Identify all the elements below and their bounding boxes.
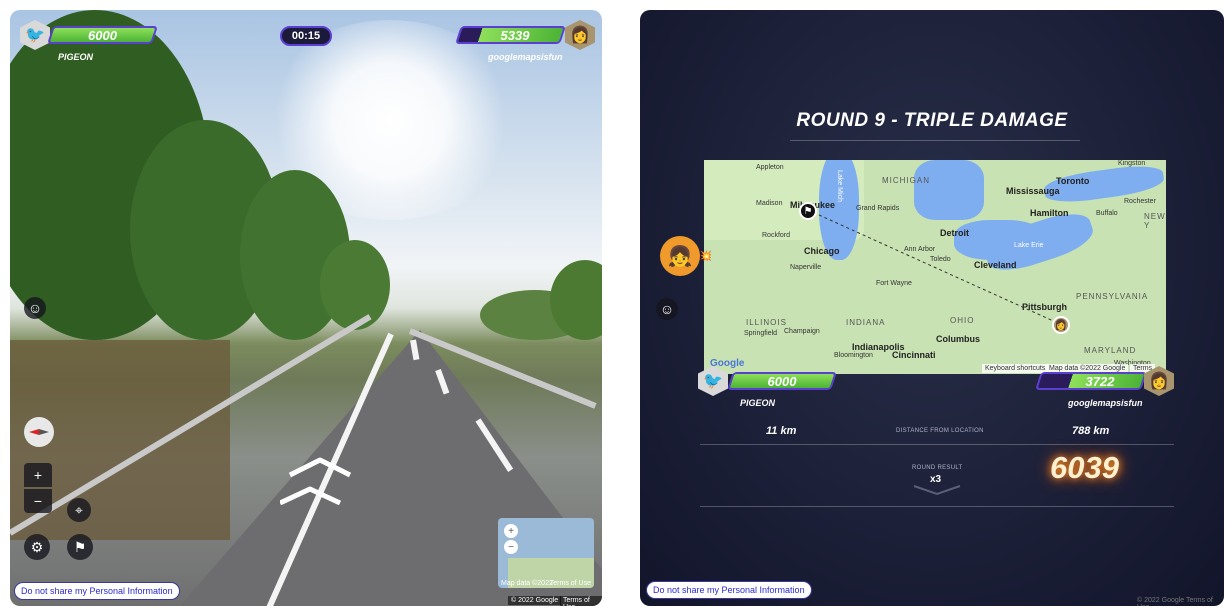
settings-button[interactable]: ⚙ [24,534,50,560]
emote-button[interactable]: ☺ [24,297,46,319]
round-title: ROUND 9 - TRIPLE DAMAGE [796,110,1068,131]
title-divider [790,140,1080,141]
player2-guess-pin: 👩 [1052,316,1070,334]
terms-link[interactable]: Terms of Use [560,596,602,606]
smiley-icon: ☺ [27,300,43,316]
guess-minimap[interactable]: + − Map data ©2022 Terms of Use [498,518,594,588]
flag-icon: ⚑ [73,538,87,555]
copyright: © 2022 Google [508,596,562,605]
round-timer: 00:15 [280,26,332,46]
distance-label: DISTANCE FROM LOCATION [896,428,984,434]
compass-needle-icon [29,429,49,435]
player2-distance: 788 km [1072,425,1110,437]
result-map[interactable]: MICHIGAN INDIANA OHIO ILLINOIS PENNSYLVA… [704,160,1166,374]
minimap-zoom-out[interactable]: − [504,540,518,554]
gear-icon: ⚙ [30,538,44,555]
minimap-zoom-in[interactable]: + [504,524,518,538]
smiley-icon: ☺ [659,301,675,317]
keyboard-shortcuts-link[interactable]: Keyboard shortcuts [982,364,1049,373]
checkpoint-flag-button[interactable]: ⚑ [67,534,93,560]
privacy-link[interactable]: Do not share my Personal Information [14,582,180,600]
person-icon: 👩 [1054,319,1068,331]
chevron-down-icon [913,485,961,496]
result-divider [700,506,1174,507]
guess-distance-line [807,209,1061,325]
player2-avatar: 👩 [565,20,595,50]
emote-button[interactable]: ☺ [656,298,678,320]
person-icon: 👩 [1149,373,1169,390]
round-result-panel: ROUND 9 - TRIPLE DAMAGE MICHIGAN INDIANA… [640,10,1224,606]
navigation-arrows[interactable] [280,455,360,505]
player2-name: googlemapsisfun [1068,398,1143,408]
street-view-panel[interactable]: 🐦 6000 PIGEON 00:15 5339 👩 googlemapsisf… [10,10,602,606]
player1-name: PIGEON [58,52,94,62]
player1-result-hp: 6000 [767,374,797,389]
stats-divider [700,444,1174,445]
tree-cluster [320,240,390,330]
player2-score: 5339 [500,28,530,43]
player2-result-hp: 3722 [1085,374,1115,389]
compass-button[interactable] [24,417,54,447]
copyright: © 2022 Google Terms of Use [1137,597,1213,606]
flag-icon: ⚑ [803,205,813,217]
pigeon-icon: 🐦 [703,373,723,390]
player1-score: 6000 [88,28,117,43]
zoom-out-button[interactable]: − [24,489,52,513]
pigeon-icon: 🐦 [25,27,45,44]
minimap-terms-link[interactable]: Terms of Use [547,579,594,588]
player1-guess-marker: 👧 [660,236,700,276]
location-flag-pin: ⚑ [799,202,817,220]
location-pin-icon: ⌖ [75,501,83,518]
person-icon: 👩 [570,27,590,44]
player1-distance: 11 km [766,425,797,437]
location-pin-button[interactable]: ⌖ [67,498,91,522]
explosion-icon: 💥 [699,250,713,262]
round-result-score: 6039 [1050,450,1119,485]
player1-name: PIGEON [740,398,776,408]
person-icon: 👧 [667,245,693,268]
round-result-label: ROUND RESULT [912,465,963,471]
privacy-link[interactable]: Do not share my Personal Information [646,581,812,599]
zoom-in-button[interactable]: + [24,463,52,487]
player2-name: googlemapsisfun [488,52,563,62]
